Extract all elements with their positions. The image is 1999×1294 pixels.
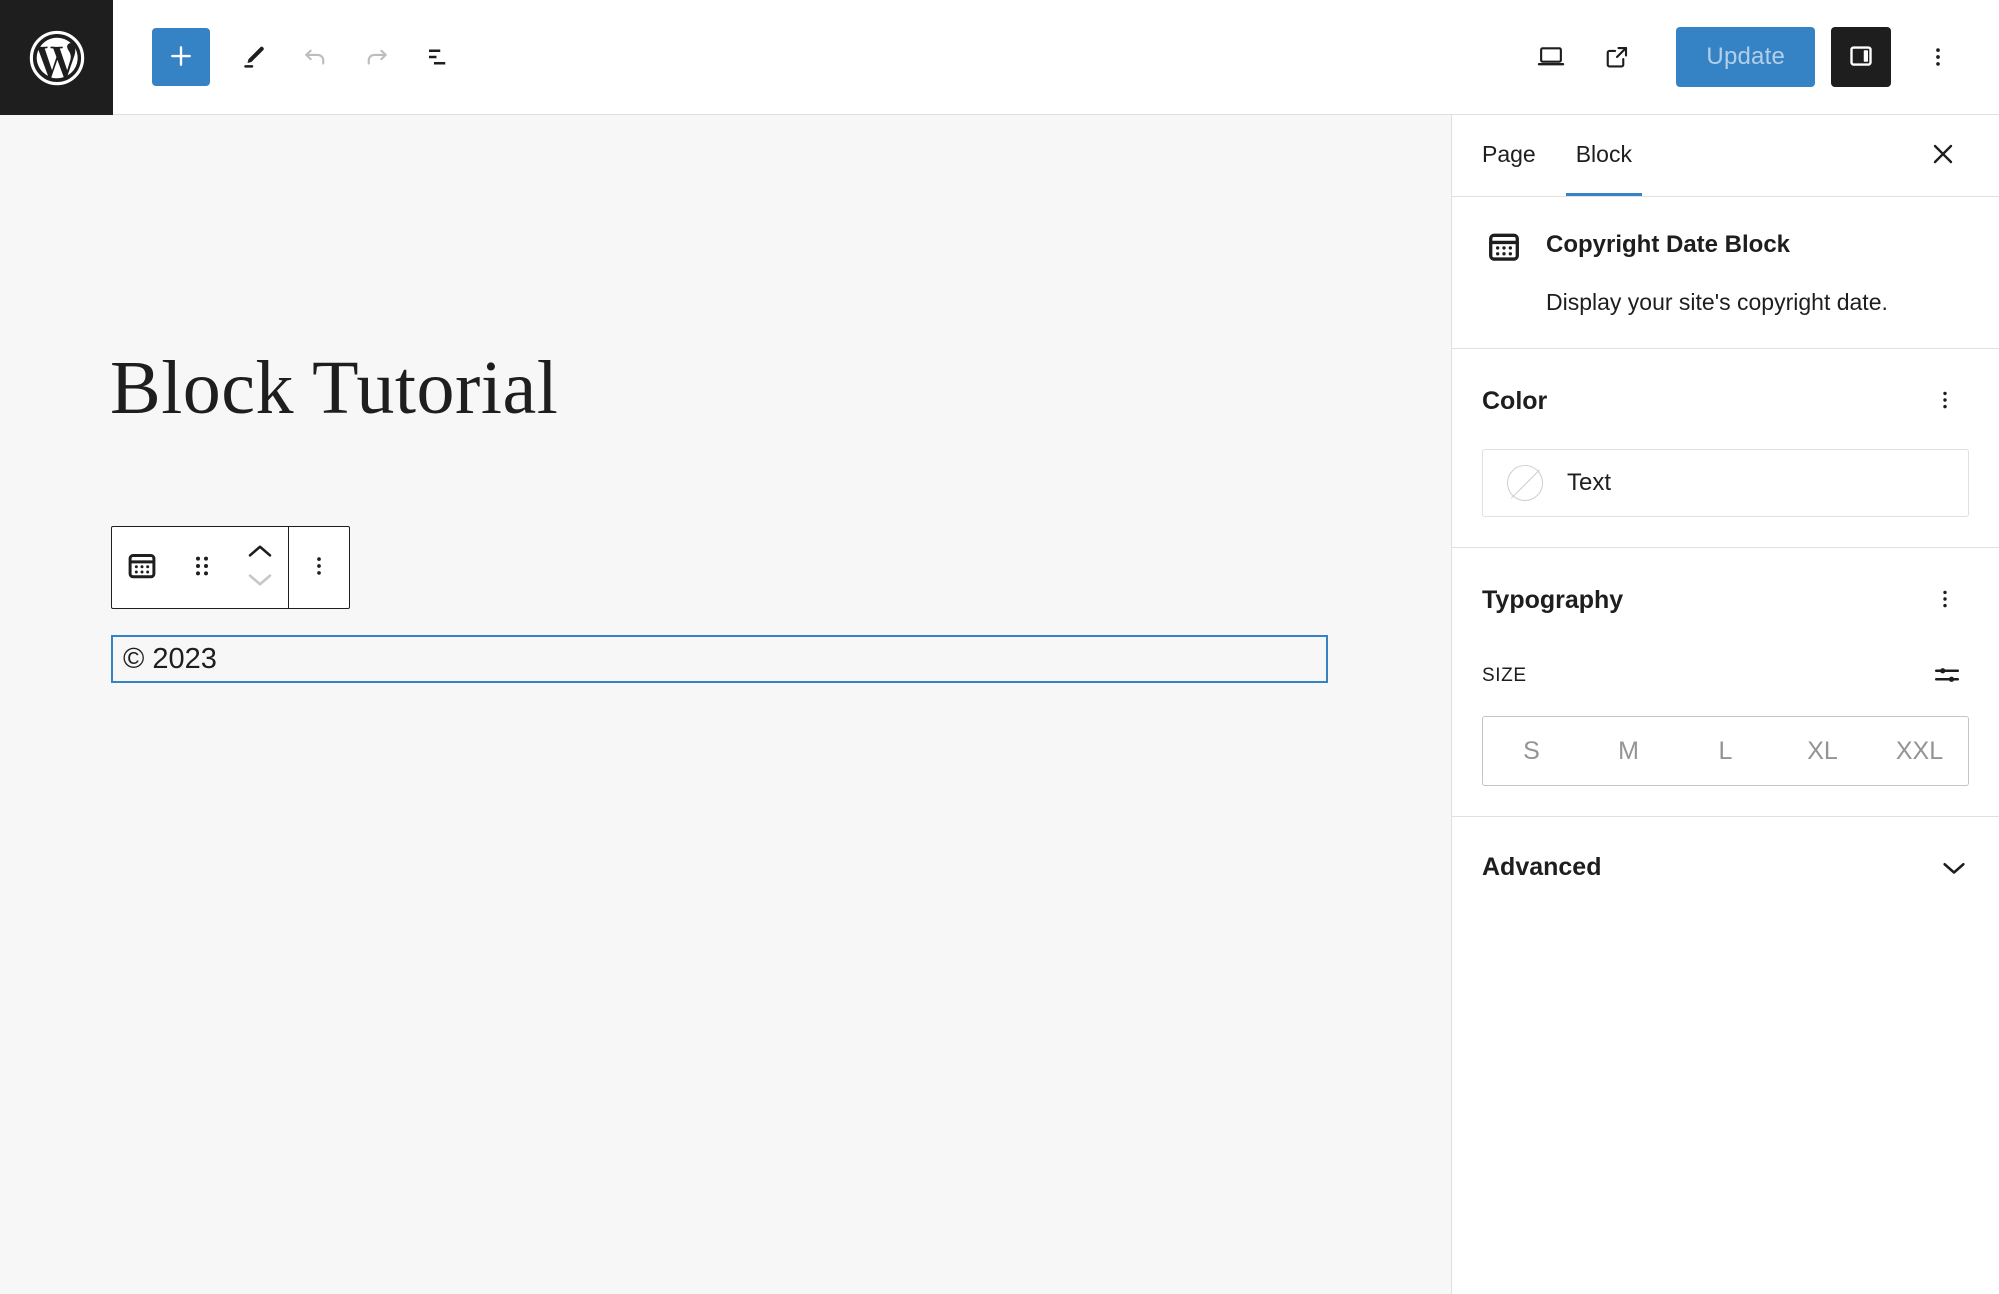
tools-pencil-button[interactable] xyxy=(222,26,284,88)
vertical-three-dots-icon xyxy=(306,553,332,582)
font-size-option-xl[interactable]: XL xyxy=(1774,717,1871,785)
add-block-button[interactable] xyxy=(152,28,210,86)
block-info-row: Copyright Date Block xyxy=(1482,225,1969,269)
block-description: Display your site's copyright date. xyxy=(1482,287,1969,318)
color-row-label: Text xyxy=(1567,469,1611,497)
preview-button[interactable] xyxy=(1520,26,1582,88)
undo-button[interactable] xyxy=(284,26,346,88)
header-spacer xyxy=(470,0,1520,114)
close-x-icon xyxy=(1928,139,1958,172)
pencil-edit-icon xyxy=(238,42,268,72)
wordpress-logo-icon xyxy=(28,29,86,87)
list-view-button[interactable] xyxy=(408,26,470,88)
sidebar-tabs: Page Block xyxy=(1452,115,1999,197)
advanced-panel-toggle[interactable]: Advanced xyxy=(1452,817,1999,918)
redo-arrow-icon xyxy=(362,42,392,72)
color-panel-options-button[interactable] xyxy=(1921,377,1969,425)
editor-canvas[interactable]: Block Tutorial xyxy=(0,115,1451,1294)
block-type-button[interactable] xyxy=(112,527,172,608)
more-options-button[interactable] xyxy=(1907,26,1969,88)
font-size-option-m[interactable]: M xyxy=(1580,717,1677,785)
font-size-label-row: SIZE xyxy=(1482,654,1969,698)
sliders-settings-icon xyxy=(1932,660,1962,693)
tab-block[interactable]: Block xyxy=(1566,115,1642,196)
block-title: Copyright Date Block xyxy=(1546,225,1790,260)
view-page-button[interactable] xyxy=(1586,26,1648,88)
block-options-button[interactable] xyxy=(289,527,349,608)
chevron-down-icon[interactable] xyxy=(245,571,275,594)
update-button[interactable]: Update xyxy=(1676,27,1815,87)
settings-sidebar-toggle-button[interactable] xyxy=(1831,27,1891,87)
font-size-option-l[interactable]: L xyxy=(1677,717,1774,785)
block-toolbar xyxy=(111,526,350,609)
typography-panel-options-button[interactable] xyxy=(1921,576,1969,624)
undo-arrow-icon xyxy=(300,42,330,72)
advanced-panel-title: Advanced xyxy=(1482,853,1601,882)
block-toolbar-options-group xyxy=(289,527,349,608)
block-drag-handle[interactable] xyxy=(172,527,232,608)
document-overview-list-icon xyxy=(424,42,454,72)
redo-button[interactable] xyxy=(346,26,408,88)
six-dots-drag-icon xyxy=(189,550,215,585)
none-color-swatch xyxy=(1507,465,1543,501)
header-left-tools xyxy=(113,0,470,114)
editor-header: Update xyxy=(0,0,1999,115)
header-right-tools: Update xyxy=(1520,0,1999,114)
color-panel: Color Text xyxy=(1452,349,1999,548)
desktop-preview-icon xyxy=(1535,41,1567,73)
plus-icon xyxy=(166,41,196,74)
copyright-date-block[interactable]: © 2023 xyxy=(111,635,1328,683)
calendar-icon xyxy=(1482,225,1526,269)
chevron-down-icon xyxy=(1939,858,1969,878)
font-size-option-xxl[interactable]: XXL xyxy=(1871,717,1968,785)
block-info-card: Copyright Date Block Display your site's… xyxy=(1452,197,1999,349)
calendar-icon xyxy=(125,549,159,586)
font-size-custom-toggle-button[interactable] xyxy=(1925,654,1969,698)
wordpress-block-editor: Update Block Tutor xyxy=(0,0,1999,1294)
vertical-three-dots-icon xyxy=(1933,388,1957,415)
color-panel-header: Color xyxy=(1482,377,1969,425)
tab-page[interactable]: Page xyxy=(1472,115,1546,196)
typography-panel-title: Typography xyxy=(1482,586,1623,615)
editor-body: Block Tutorial xyxy=(0,115,1999,1294)
block-mover[interactable] xyxy=(232,542,288,594)
sidebar-panel-icon xyxy=(1846,41,1876,74)
vertical-three-dots-icon xyxy=(1925,44,1951,70)
copyright-date-text[interactable]: © 2023 xyxy=(123,645,217,674)
vertical-three-dots-icon xyxy=(1933,587,1957,614)
color-row-text[interactable]: Text xyxy=(1482,449,1969,517)
block-toolbar-main-group xyxy=(112,527,288,608)
wordpress-logo-button[interactable] xyxy=(0,0,113,115)
settings-sidebar: Page Block xyxy=(1451,115,1999,1294)
font-size-label: SIZE xyxy=(1482,665,1527,687)
typography-panel-header: Typography xyxy=(1482,576,1969,624)
typography-panel: Typography SIZE xyxy=(1452,548,1999,817)
chevron-up-icon[interactable] xyxy=(245,542,275,565)
external-link-icon xyxy=(1602,42,1632,72)
font-size-option-s[interactable]: S xyxy=(1483,717,1580,785)
font-size-toggle-group: S M L XL XXL xyxy=(1482,716,1969,786)
close-sidebar-button[interactable] xyxy=(1911,115,1975,196)
sidebar-tabs-spacer xyxy=(1642,115,1911,196)
color-panel-title: Color xyxy=(1482,387,1547,416)
page-title[interactable]: Block Tutorial xyxy=(110,347,558,431)
